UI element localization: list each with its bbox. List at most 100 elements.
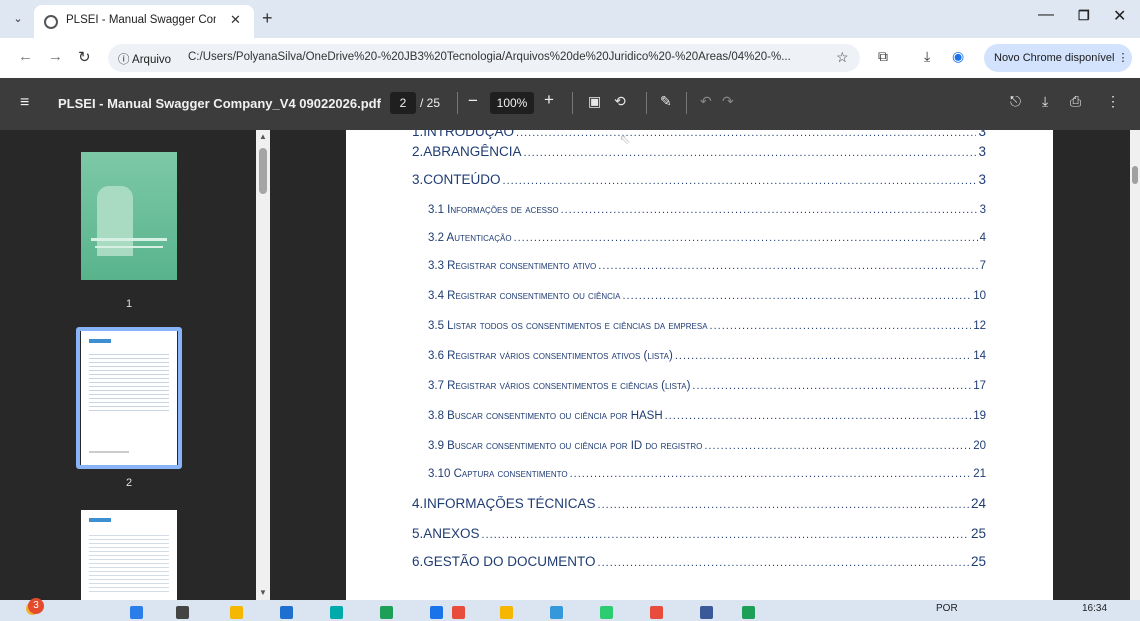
toc-entry[interactable]: 3.8 Buscar consentimento ou ciência por … [428,410,986,430]
divider [686,92,687,114]
url-text[interactable]: C:/Users/PolyanaSilva/OneDrive%20-%20JB3… [188,51,828,63]
notification-badge: 3 [28,598,44,614]
bookmark-star-icon[interactable]: ☆ [836,49,849,66]
thumbnail-page-3[interactable] [81,510,177,600]
new-tab-button[interactable]: + [262,8,273,29]
tab-title: PLSEI - Manual Swagger Comp [66,14,216,26]
toc-entry-label: 3.9 Buscar consentimento ou ciência por … [428,440,703,452]
toc-entry[interactable]: 3.10 Captura consentimento 21 [428,468,986,488]
redo-icon[interactable]: ↷ [722,93,734,110]
toc-entry[interactable]: 1.INTRODUÇÃO 3 [412,130,986,144]
start-icon[interactable] [130,606,143,619]
toc-entry-page: 20 [973,440,986,452]
toc-entry-label: 3.1 Informações de acesso [428,204,559,216]
menu-icon[interactable]: ≡ [20,94,29,112]
explorer-icon[interactable] [230,606,243,619]
toc-entry[interactable]: 3.9 Buscar consentimento ou ciência por … [428,440,986,460]
toc-entry[interactable]: 5.ANEXOS 25 [412,526,986,546]
viewer-scrollbar[interactable] [1130,130,1140,600]
toc-entry[interactable]: 3.2 Autenticação 4 [428,232,986,252]
app-icon[interactable] [700,606,713,619]
toc-entry[interactable]: 3.5 Listar todos os consentimentos e ciê… [428,320,986,340]
toc-entry-page: 19 [973,410,986,422]
thumbnail-sidebar: 1 2 [0,130,270,600]
share-icon[interactable]: ⎋ [1010,93,1021,110]
zoom-in-button[interactable]: + [544,90,554,110]
toc-entry-page: 10 [973,290,986,302]
toc-entry[interactable]: 3.1 Informações de acesso 3 [428,204,986,224]
toc-entry-page: 12 [973,320,986,332]
app-icon[interactable] [430,606,443,619]
thumbnail-page-2[interactable] [81,331,177,465]
chrome-update-button[interactable]: Novo Chrome disponível ⋮ [984,44,1132,72]
print-icon[interactable]: ⎙ [1070,93,1081,110]
minimize-icon[interactable]: — [1038,6,1054,24]
toc-entry[interactable]: 3.6 Registrar vários consentimentos ativ… [428,350,986,370]
reload-icon[interactable]: ↻ [78,48,91,66]
toc-entry-page: 7 [979,260,986,272]
app-icon[interactable] [550,606,563,619]
toc-entry-label: 3.4 Registrar consentimento ou ciência [428,290,621,302]
scroll-down-icon[interactable]: ▼ [259,588,267,597]
sidebar-scrollbar[interactable]: ▲ ▼ [256,130,270,600]
extensions-icon[interactable]: ⧉ [878,48,888,65]
tab-search-icon[interactable]: ⌄ [8,9,28,29]
toc-leader-dots [665,410,972,422]
clock[interactable]: 16:34 [1082,603,1107,614]
app-icon[interactable] [280,606,293,619]
toc-leader-dots [514,232,978,244]
address-bar[interactable]: ⓘ Arquivo C:/Users/PolyanaSilva/OneDrive… [108,44,860,72]
toc-entry-label: 3.CONTEÚDO [412,172,501,187]
draw-icon[interactable]: ✎ [660,93,672,110]
fit-page-icon[interactable]: ▣ [588,93,601,110]
zoom-out-button[interactable]: − [468,91,478,111]
language-indicator[interactable]: POR [936,603,958,614]
toc-entry[interactable]: 4.INFORMAÇÕES TÉCNICAS 24 [412,496,986,516]
page-number-input[interactable]: 2 [390,92,416,114]
search-icon[interactable] [176,606,189,619]
scroll-up-icon[interactable]: ▲ [259,132,267,141]
toc-entry[interactable]: 3.7 Registrar vários consentimentos e ci… [428,380,986,400]
toc-entry-label: 3.8 Buscar consentimento ou ciência por … [428,410,663,422]
window-close-icon[interactable]: ✕ [1113,6,1126,26]
app-icon[interactable] [380,606,393,619]
app-icon[interactable] [742,606,755,619]
app-icon[interactable] [600,606,613,619]
more-options-icon[interactable]: ⋮ [1106,93,1120,110]
back-icon[interactable]: ← [18,48,33,65]
divider [572,92,573,114]
download-icon[interactable]: ⤓ [924,48,930,65]
active-tab[interactable]: PLSEI - Manual Swagger Comp ✕ [34,5,254,38]
restore-icon[interactable]: ❐ [1078,8,1090,24]
thumb-logo [89,339,111,343]
zoom-input[interactable]: 100% [490,92,534,114]
toc-entry[interactable]: 6.GESTÃO DO DOCUMENTO 25 [412,554,986,574]
divider [646,92,647,114]
toc-entry[interactable]: 3.3 Registrar consentimento ativo 7 [428,260,986,280]
toc-entry-label: 3.10 Captura consentimento [428,468,568,480]
thumbnail-page-1[interactable] [81,152,177,280]
app-icon[interactable] [500,606,513,619]
pdf-download-icon[interactable]: ⤓ [1042,93,1048,110]
profile-icon[interactable]: ◉ [952,48,964,65]
tab-close-icon[interactable]: ✕ [230,12,241,28]
toc-entry[interactable]: 2.ABRANGÊNCIA 3 [412,144,986,164]
sidebar-scroll-thumb[interactable] [259,148,267,194]
viewer-scroll-thumb[interactable] [1132,166,1138,184]
toc-leader-dots [516,130,976,139]
undo-icon[interactable]: ↶ [700,93,712,110]
app-icon[interactable] [650,606,663,619]
thumb-footer [89,451,129,453]
toc-leader-dots [503,172,977,187]
forward-icon[interactable]: → [48,48,63,65]
toc-entry-label: 3.5 Listar todos os consentimentos e ciê… [428,320,708,332]
chrome-icon[interactable] [452,606,465,619]
thumbnail-label: 1 [125,298,133,310]
toc-entry[interactable]: 3.CONTEÚDO 3 [412,172,986,192]
toc-entry-page: 17 [973,380,986,392]
pdf-viewer[interactable]: 1.INTRODUÇÃO32.ABRANGÊNCIA33.CONTEÚDO33.… [270,130,1130,600]
app-icon[interactable] [330,606,343,619]
site-info[interactable]: ⓘ Arquivo [118,51,171,67]
toc-entry[interactable]: 3.4 Registrar consentimento ou ciência 10 [428,290,986,310]
rotate-icon[interactable]: ⟲ [614,93,626,110]
